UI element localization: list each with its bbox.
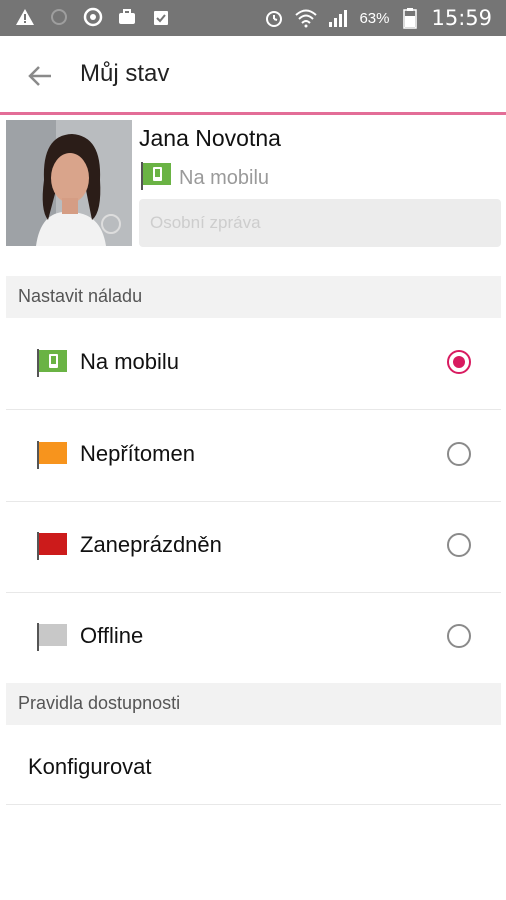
profile-header: Jana Novotna Na mobilu [0, 115, 506, 255]
app-bar: Můj stav [0, 36, 506, 115]
warning-icon [14, 6, 36, 28]
mood-option-offline[interactable]: Offline [6, 592, 501, 684]
mood-section-title: Nastavit náladu [18, 286, 143, 306]
wifi-icon [295, 7, 318, 29]
personal-message-input[interactable] [139, 199, 490, 247]
mood-option-zaneprazdnen[interactable]: Zaneprázdněn [6, 501, 501, 593]
back-button[interactable] [22, 58, 58, 94]
radio-unselected[interactable] [447, 442, 471, 466]
configure-item[interactable]: Konfigurovat [6, 724, 501, 805]
avatar[interactable] [6, 120, 132, 246]
alarm-icon [263, 7, 285, 29]
personal-message-field[interactable] [139, 199, 501, 247]
circle-icon [48, 6, 70, 28]
configure-label: Konfigurovat [28, 754, 152, 779]
radio-unselected[interactable] [447, 533, 471, 557]
mood-option-neprítomen[interactable]: Nepřítomen [6, 410, 501, 502]
mood-option-label: Zaneprázdněn [80, 532, 222, 557]
status-bar: 63% 15:59 [0, 0, 506, 36]
profile-status: Na mobilu [139, 161, 269, 196]
profile-status-label: Na mobilu [179, 167, 270, 189]
page-title: Můj stav [80, 60, 170, 87]
red-flag-icon [35, 531, 69, 566]
phone-flag-icon [139, 161, 173, 196]
sync-icon [82, 6, 104, 28]
radio-selected[interactable] [447, 350, 471, 374]
arrow-left-icon [28, 66, 51, 86]
mood-option-na-mobilu[interactable]: Na mobilu [6, 318, 501, 410]
mood-option-label: Nepřítomen [80, 441, 195, 466]
battery-icon [399, 7, 421, 29]
clipboard-icon [150, 6, 172, 28]
availability-section-header: Pravidla dostupnosti [6, 683, 501, 725]
briefcase-icon [116, 6, 138, 28]
mood-option-label: Na mobilu [80, 349, 180, 374]
orange-flag-icon [35, 440, 69, 475]
signal-icon [327, 7, 349, 29]
battery-percent: 63% [359, 9, 390, 27]
availability-section-title: Pravidla dostupnosti [18, 693, 181, 713]
profile-name: Jana Novotna [139, 125, 281, 151]
mood-section-header: Nastavit náladu [6, 276, 501, 318]
gray-flag-icon [35, 622, 69, 657]
clock-time: 15:59 [431, 6, 492, 30]
radio-unselected[interactable] [447, 624, 471, 648]
mood-option-label: Offline [80, 623, 144, 648]
phone-flag-icon [35, 348, 69, 383]
